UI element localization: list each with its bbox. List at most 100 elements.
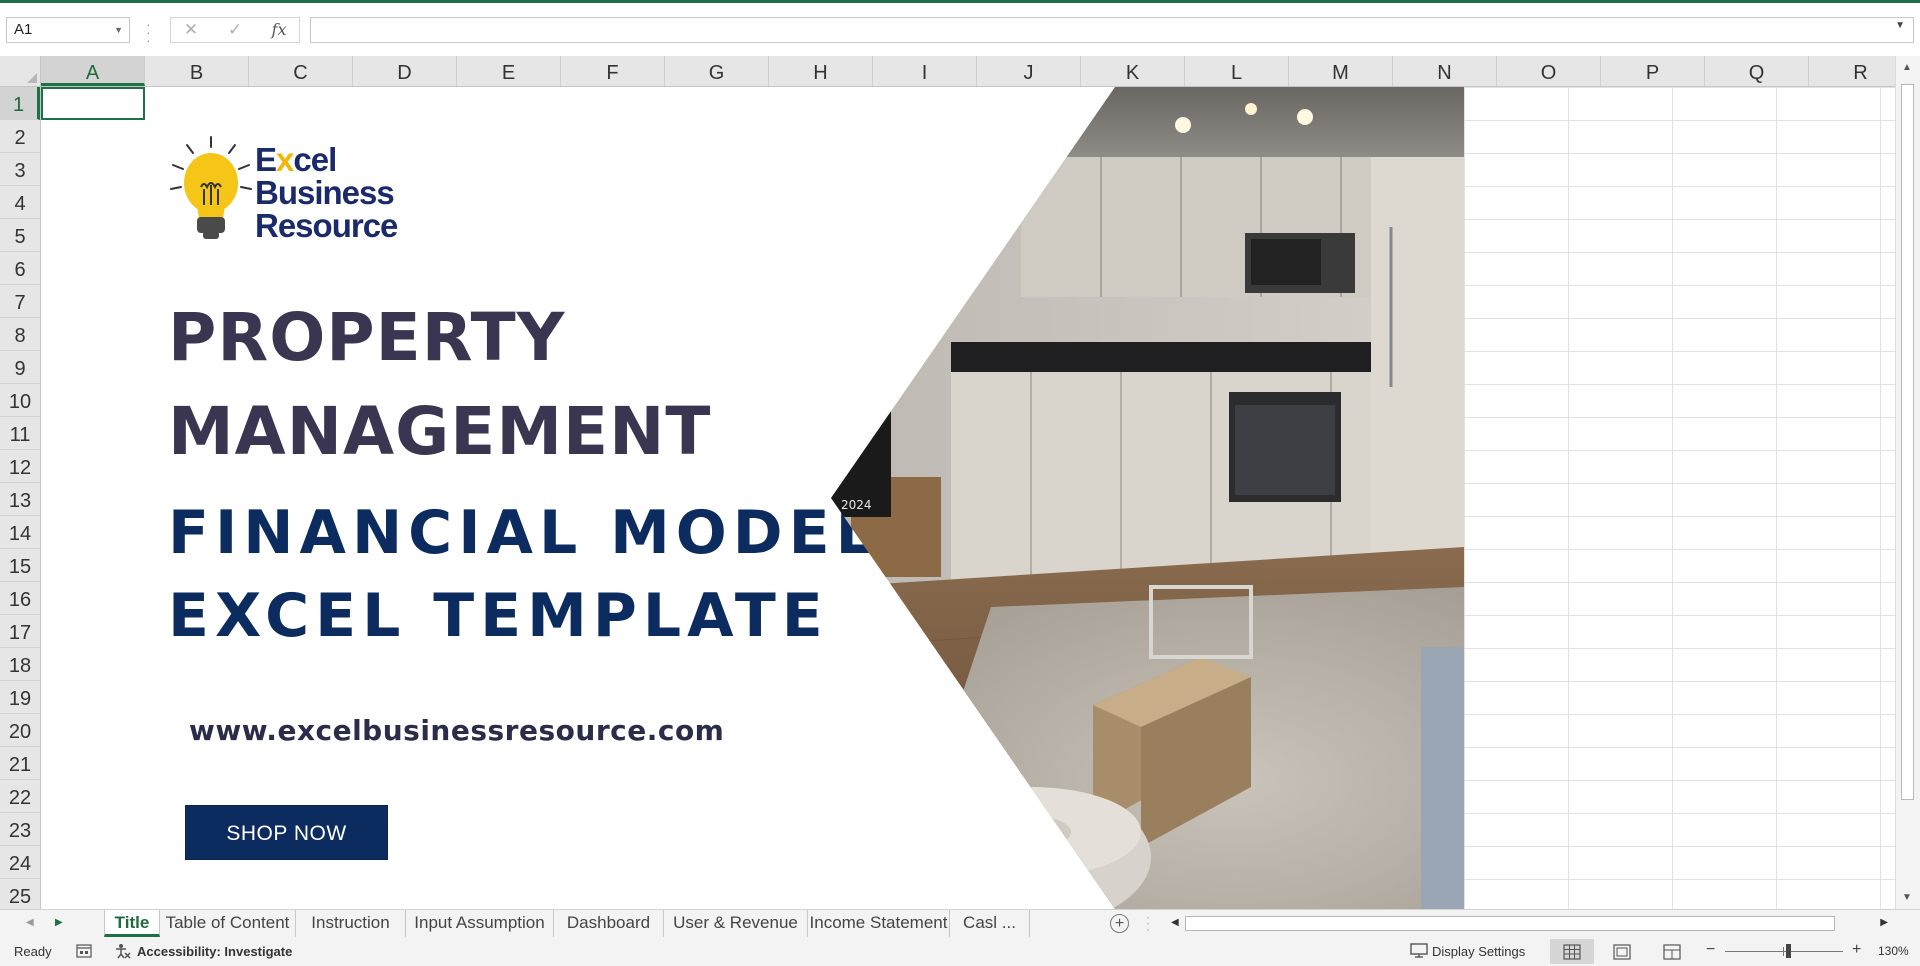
sheet-tab-input-assumption[interactable]: Input Assumption (406, 910, 554, 937)
row-header-12[interactable]: 12 (0, 450, 40, 483)
tabs-splitter-icon[interactable]: · · · (1146, 911, 1150, 935)
row-header-24[interactable]: 24 (0, 846, 40, 879)
row-header-2[interactable]: 2 (0, 120, 40, 153)
zoom-level[interactable]: 130% (1878, 944, 1909, 958)
row-header-9[interactable]: 9 (0, 351, 40, 384)
row-header-25[interactable]: 25 (0, 879, 40, 912)
display-settings[interactable]: Display Settings (1432, 944, 1525, 959)
column-header-a[interactable]: A (41, 56, 145, 86)
row-header-23[interactable]: 23 (0, 813, 40, 846)
row-header-8[interactable]: 8 (0, 318, 40, 351)
column-header-p[interactable]: P (1601, 56, 1705, 86)
website-link[interactable]: www.excelbusinessresource.com (189, 714, 724, 747)
column-header-q[interactable]: Q (1705, 56, 1809, 86)
shop-now-button[interactable]: SHOP NOW (185, 805, 388, 860)
column-header-o[interactable]: O (1497, 56, 1601, 86)
banner-title-line1: PROPERTY (168, 299, 566, 376)
add-sheet-icon[interactable]: + (1110, 914, 1129, 933)
sheet-tab-income-statement[interactable]: Income Statement (808, 910, 950, 937)
logo-letters-cel: cel (293, 141, 337, 178)
column-header-j[interactable]: J (977, 56, 1081, 86)
row-header-6[interactable]: 6 (0, 252, 40, 285)
page-break-view-button[interactable] (1650, 939, 1694, 964)
insert-function-icon[interactable]: fx (259, 18, 299, 42)
column-header-f[interactable]: F (561, 56, 665, 86)
select-all-button[interactable] (0, 56, 41, 87)
gridlines (1464, 87, 1895, 909)
row-header-3[interactable]: 3 (0, 153, 40, 186)
zoom-slider-thumb[interactable] (1786, 944, 1791, 958)
row-header-4[interactable]: 4 (0, 186, 40, 219)
scroll-down-icon[interactable]: ▼ (1902, 892, 1912, 903)
row-header-13[interactable]: 13 (0, 483, 40, 516)
row-header-5[interactable]: 5 (0, 219, 40, 252)
accessibility-status[interactable]: Accessibility: Investigate (137, 944, 292, 959)
zoom-out-button[interactable]: − (1706, 941, 1715, 959)
zoom-in-button[interactable]: + (1852, 941, 1861, 959)
page-layout-view-button[interactable] (1600, 939, 1644, 964)
sheet-tab-user-revenue[interactable]: User & Revenue (664, 910, 808, 937)
more-options-icon[interactable]: · · · (146, 17, 151, 47)
previous-sheet-icon[interactable]: ◀ (26, 917, 34, 928)
column-header-b[interactable]: B (145, 56, 249, 86)
name-box[interactable]: A1 ▼ (6, 17, 130, 43)
page-layout-icon (1613, 944, 1631, 960)
row-header-18[interactable]: 18 (0, 648, 40, 681)
sheet-tab-title[interactable]: Title (104, 910, 160, 937)
column-header-c[interactable]: C (249, 56, 353, 86)
scroll-up-icon[interactable]: ▲ (1902, 62, 1912, 73)
vertical-scrollbar[interactable]: ▲ ▼ (1895, 56, 1920, 909)
column-header-l[interactable]: L (1185, 56, 1289, 86)
column-header-g[interactable]: G (665, 56, 769, 86)
column-header-m[interactable]: M (1289, 56, 1393, 86)
scroll-right-icon[interactable]: ▶ (1880, 917, 1888, 928)
row-header-10[interactable]: 10 (0, 384, 40, 417)
accessibility-icon[interactable] (114, 942, 132, 960)
column-header-i[interactable]: I (873, 56, 977, 86)
row-header-21[interactable]: 21 (0, 747, 40, 780)
row-header-15[interactable]: 15 (0, 549, 40, 582)
next-sheet-icon[interactable]: ▶ (55, 917, 63, 928)
page-break-icon (1663, 944, 1681, 960)
row-header-7[interactable]: 7 (0, 285, 40, 318)
column-header-d[interactable]: D (353, 56, 457, 86)
zoom-slider[interactable] (1725, 951, 1843, 952)
normal-view-button[interactable] (1550, 939, 1594, 964)
horizontal-scrollbar[interactable]: ◀ ▶ (1167, 914, 1894, 933)
status-ready: Ready (14, 944, 52, 959)
cancel-icon[interactable]: ✕ (171, 18, 211, 42)
row-header-22[interactable]: 22 (0, 780, 40, 813)
horizontal-scroll-thumb[interactable] (1185, 916, 1835, 931)
row-header-1[interactable]: 1 (0, 87, 40, 120)
formula-input[interactable]: ▼ (310, 17, 1914, 43)
chevron-down-icon[interactable]: ▼ (114, 18, 123, 42)
column-header-n[interactable]: N (1393, 56, 1497, 86)
column-header-e[interactable]: E (457, 56, 561, 86)
sheet-tab-dashboard[interactable]: Dashboard (554, 910, 664, 937)
banner-subtitle-line2: EXCEL TEMPLATE (168, 581, 829, 651)
row-header-19[interactable]: 19 (0, 681, 40, 714)
sheet-tab-casl[interactable]: Casl ... (950, 910, 1030, 937)
logo-letter-x: x (276, 141, 294, 178)
column-header-k[interactable]: K (1081, 56, 1185, 86)
sheet-tab-instruction[interactable]: Instruction (296, 910, 406, 937)
display-settings-icon[interactable] (1410, 943, 1428, 959)
formula-controls: ✕ ✓ fx (170, 17, 300, 43)
worksheet-grid[interactable]: Excel Business Resource PROPERTY MANAGEM… (41, 87, 1895, 909)
name-box-value: A1 (14, 21, 33, 38)
row-header-11[interactable]: 11 (0, 417, 40, 450)
active-cell-outline (41, 87, 145, 120)
vertical-scroll-thumb[interactable] (1901, 84, 1914, 800)
logo-line-business: Business (255, 174, 395, 211)
row-header-20[interactable]: 20 (0, 714, 40, 747)
row-header-14[interactable]: 14 (0, 516, 40, 549)
enter-icon[interactable]: ✓ (215, 18, 255, 42)
column-header-h[interactable]: H (769, 56, 873, 86)
sheet-tab-table-of-content[interactable]: Table of Content (160, 910, 296, 937)
expand-formula-bar-icon[interactable]: ▼ (1895, 20, 1905, 31)
row-header-17[interactable]: 17 (0, 615, 40, 648)
column-headers: ABCDEFGHIJKLMNOPQR (41, 56, 1913, 87)
row-header-16[interactable]: 16 (0, 582, 40, 615)
scroll-left-icon[interactable]: ◀ (1171, 917, 1179, 928)
macro-record-icon[interactable] (76, 943, 92, 958)
